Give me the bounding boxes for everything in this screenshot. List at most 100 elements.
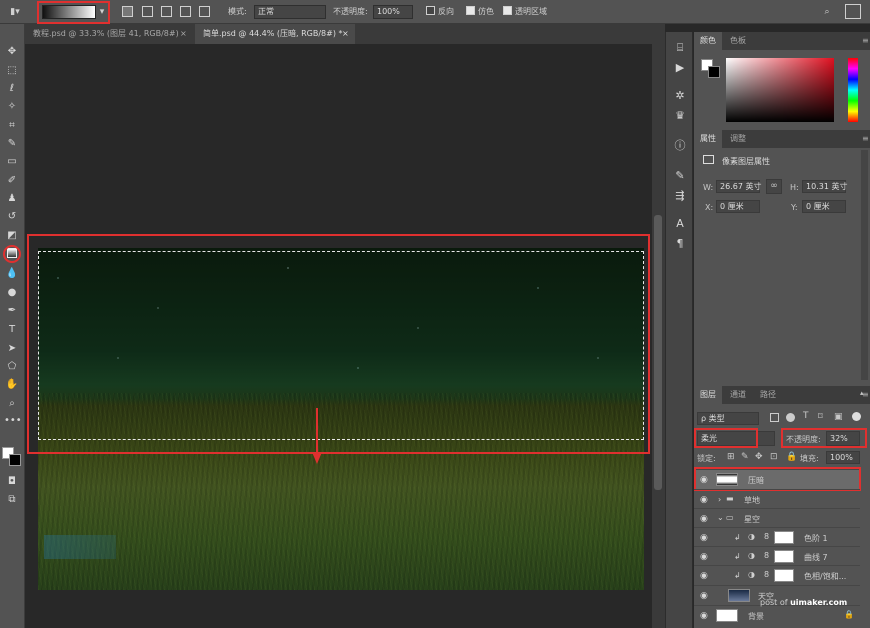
eye-icon[interactable]: ◉ [700,571,708,581]
radial-gradient-icon[interactable] [142,6,153,17]
x-field[interactable]: 0 厘米 [716,200,760,213]
layer-filter-select[interactable]: ρ 类型 [697,412,759,425]
tab-tutorial[interactable]: 教程.psd @ 33.3% (图层 41, RGB/8#) × [25,24,193,44]
layer-row[interactable]: ◉ ↲ ◑ 8 色阶 1 [694,527,860,547]
play-icon[interactable]: ▶ [672,60,688,76]
move-tool-icon[interactable]: ✥ [4,45,20,59]
eye-icon[interactable]: ◉ [700,514,708,524]
eye-icon[interactable]: ◉ [700,591,708,601]
lock-pixels-icon[interactable]: ⊞ [727,452,735,462]
tab-adjustments[interactable]: 调整 [724,130,752,148]
character-icon[interactable]: A [672,216,688,232]
fill-field[interactable]: 100% [826,451,860,464]
eye-icon[interactable]: ◉ [700,495,708,505]
lock-all-icon[interactable]: 🔒 [786,452,797,462]
link-icon[interactable]: ∞ [766,179,782,194]
opacity-field[interactable]: 100% [373,5,413,19]
filter-toggle-icon[interactable] [852,412,861,421]
angle-gradient-icon[interactable] [161,6,172,17]
tab-channels[interactable]: 通道 [724,386,752,404]
layer-row[interactable]: ◉ ⌄ ▭ 星空 [694,508,860,528]
paragraph-icon[interactable]: ¶ [672,236,688,252]
screen-mode-icon[interactable]: ⧉ [4,493,20,507]
lock-position-icon[interactable]: ✥ [755,452,763,462]
filter-type-icon[interactable]: T [803,411,809,421]
linear-gradient-icon[interactable] [122,6,133,17]
clone-source-icon[interactable]: ⇶ [672,188,688,204]
marquee-tool-icon[interactable]: ⬚ [4,64,20,78]
background-color-swatch[interactable] [9,454,21,466]
transparency-checkbox[interactable] [503,6,512,15]
close-icon[interactable]: × [342,24,349,44]
adjust-icon[interactable]: ✲ [672,88,688,104]
reverse-checkbox[interactable] [426,6,435,15]
hue-slider[interactable] [848,58,858,122]
tab-simple[interactable]: 简单.psd @ 44.4% (压暗, RGB/8#) * × [195,24,355,44]
zoom-tool-icon[interactable]: ⌕ [4,397,20,411]
eye-icon[interactable]: ◉ [700,611,708,621]
lasso-tool-icon[interactable]: ℓ [4,82,20,96]
dodge-tool-icon[interactable]: ● [4,286,20,300]
brush-tool-icon[interactable]: ✐ [4,174,20,188]
height-field[interactable]: 10.31 英寸 [802,180,847,193]
eye-icon[interactable]: ◉ [700,533,708,543]
filter-shape-icon[interactable]: ⌑ [818,412,823,422]
close-icon[interactable]: × [180,24,187,44]
scroll-up-icon[interactable]: ▴ [860,389,864,397]
search-icon[interactable]: ⌕ [820,5,834,19]
type-tool-icon[interactable]: T [4,323,20,337]
tab-color[interactable]: 颜色 [694,32,722,50]
transparency-label: 透明区域 [515,7,547,16]
y-field[interactable]: 0 厘米 [802,200,846,213]
brush-settings-icon[interactable]: ✎ [672,168,688,184]
chevron-right-icon[interactable]: › [718,495,721,504]
shape-tool-icon[interactable]: ⬠ [4,360,20,374]
lock-brush-icon[interactable]: ✎ [741,452,749,462]
chevron-down-icon[interactable]: ⌄ [717,513,724,522]
tab-properties[interactable]: 属性 [694,130,722,148]
tool-preset-icon[interactable]: ▮▾ [4,5,26,19]
eyedropper-tool-icon[interactable]: ✎ [4,137,20,151]
tab-swatches[interactable]: 色板 [724,32,752,50]
highlight-gradient-tool [3,245,21,263]
scrollbar-thumb[interactable] [654,215,662,490]
healing-brush-icon[interactable]: ▭ [4,155,20,169]
panel-menu-icon[interactable]: ≡ [856,32,870,50]
layer-name: 色阶 1 [804,534,828,543]
diamond-gradient-icon[interactable] [199,6,210,17]
mode-select[interactable]: 正常 [254,5,326,19]
eraser-tool-icon[interactable]: ◩ [4,229,20,243]
layer-row[interactable]: ◉ › ▬ 草地 [694,489,860,509]
tab-layers[interactable]: 图层 [694,386,722,404]
background-swatch[interactable] [708,66,720,78]
pen-tool-icon[interactable]: ✒ [4,304,20,318]
reflected-gradient-icon[interactable] [180,6,191,17]
panel-menu-icon[interactable]: ≡ [856,130,870,148]
filter-pixel-icon[interactable] [770,413,779,422]
workspace-icon[interactable] [845,4,861,19]
width-field[interactable]: 26.67 英寸 [716,180,761,193]
stamp-tool-icon[interactable]: ♟ [4,192,20,206]
filter-smart-icon[interactable]: ▣ [834,412,843,422]
filter-adjustment-icon[interactable] [786,413,795,422]
blur-tool-icon[interactable]: 💧 [4,267,20,281]
quick-mask-icon[interactable]: ◘ [4,475,20,489]
info-icon[interactable]: ⓘ [672,138,688,154]
brush-presets-icon[interactable]: ♛ [672,108,688,124]
panel-scrollbar[interactable] [861,150,868,380]
lock-artboard-icon[interactable]: ⊡ [770,452,778,462]
hand-tool-icon[interactable]: ✋ [4,378,20,392]
layer-row[interactable]: ◉ ↲ ◑ 8 色相/饱和... [694,565,860,585]
dither-checkbox[interactable] [466,6,475,15]
tab-paths[interactable]: 路径 [754,386,782,404]
more-tools-icon[interactable]: ••• [4,414,22,428]
eye-icon[interactable]: ◉ [700,552,708,562]
path-selection-icon[interactable]: ➤ [4,342,20,356]
color-field[interactable] [726,58,834,122]
magic-wand-icon[interactable]: ✧ [4,100,20,114]
layer-row[interactable]: ◉ 背景 🔒 [694,605,860,625]
history-icon[interactable]: ⌸ [672,40,688,56]
crop-tool-icon[interactable]: ⌗ [4,119,20,133]
history-brush-icon[interactable]: ↺ [4,210,20,224]
layer-row[interactable]: ◉ ↲ ◑ 8 曲线 7 [694,546,860,566]
